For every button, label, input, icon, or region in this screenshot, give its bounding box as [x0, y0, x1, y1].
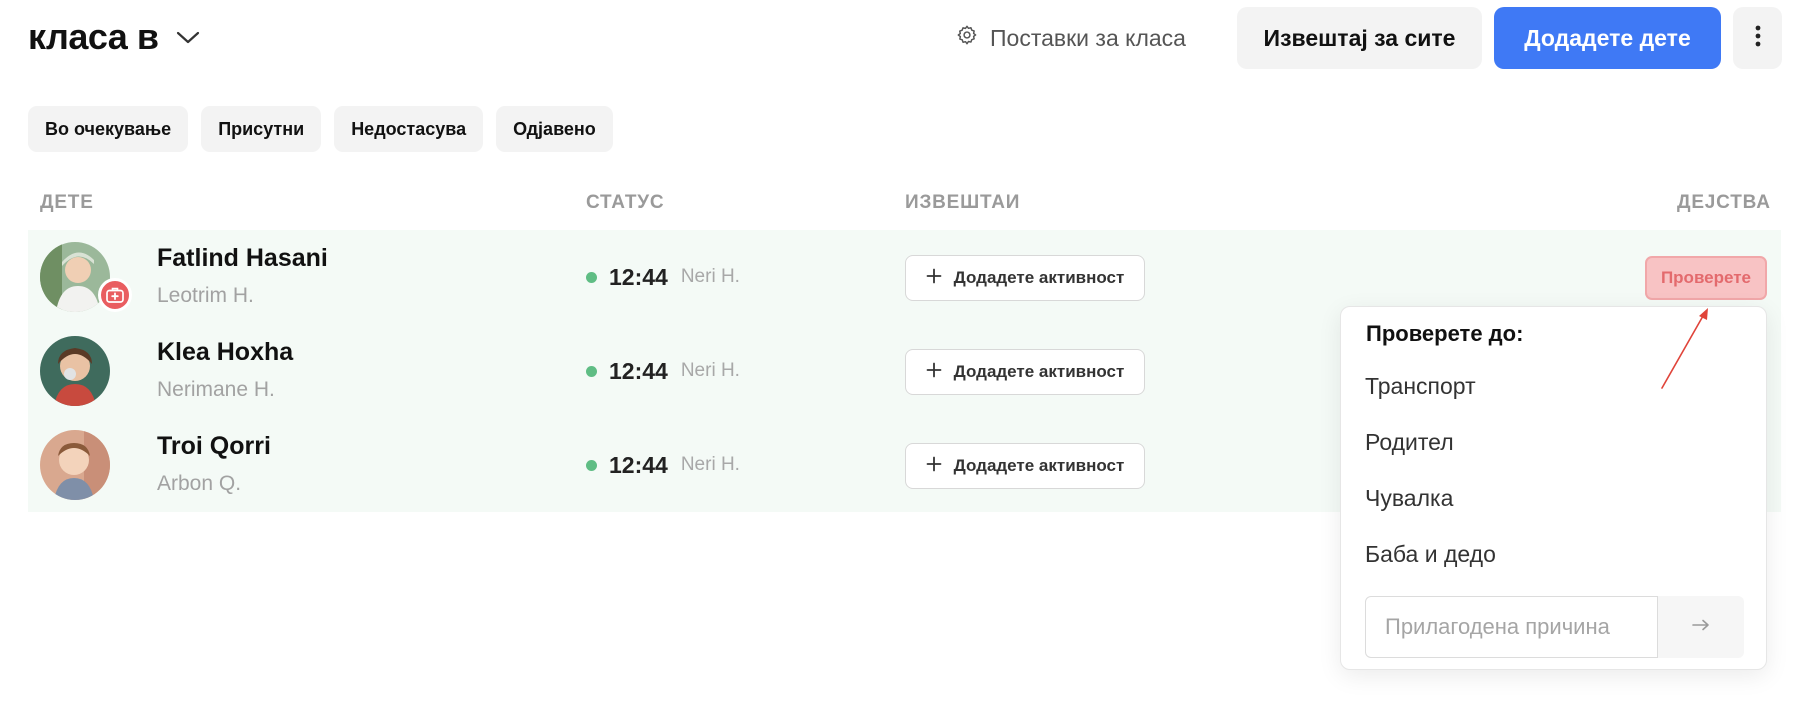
add-activity-label: Додадете активност: [953, 362, 1125, 381]
gear-icon: [956, 24, 978, 52]
plus-icon: [926, 268, 942, 289]
add-activity-button[interactable]: Додадете активност: [905, 349, 1145, 395]
checkout-button[interactable]: Проверете: [1645, 256, 1767, 300]
avatar: [40, 336, 110, 406]
status-cell: 12:44 Neri H.: [586, 356, 740, 386]
add-activity-label: Додадете активност: [953, 268, 1125, 287]
checkout-option-transport[interactable]: Транспорт: [1365, 373, 1476, 400]
column-header-child: ДЕТЕ: [40, 192, 94, 213]
checkout-option-grandparents[interactable]: Баба и дедо: [1365, 541, 1496, 568]
custom-reason-input[interactable]: [1365, 596, 1658, 658]
submit-reason-button[interactable]: [1658, 596, 1744, 658]
status-by: Neri H.: [680, 266, 740, 287]
column-header-actions: ДЕЈСТВА: [1677, 192, 1771, 213]
status-time: 12:44: [609, 263, 668, 290]
filter-missing[interactable]: Недостасува: [334, 106, 484, 152]
class-title: класа в: [28, 16, 159, 57]
plus-icon: [926, 362, 942, 383]
add-activity-button[interactable]: Додадете активност: [905, 443, 1145, 489]
avatar: [40, 430, 110, 500]
parent-name: Arbon Q.: [157, 472, 242, 495]
child-name[interactable]: Fatlind Hasani: [157, 244, 328, 273]
page-header: класа в Поставки за класа Извештај за си…: [0, 0, 1800, 76]
child-name[interactable]: Klea Hoxha: [157, 338, 293, 367]
status-time: 12:44: [609, 357, 668, 384]
checkout-option-parent[interactable]: Родител: [1365, 429, 1454, 456]
class-settings-button[interactable]: Поставки за класа: [956, 22, 1186, 54]
status-cell: 12:44 Neri H.: [586, 450, 740, 480]
filter-expected[interactable]: Во очекување: [28, 106, 189, 152]
status-time: 12:44: [609, 451, 668, 478]
filter-present[interactable]: Присутни: [201, 106, 322, 152]
vertical-dots-icon: [1755, 24, 1761, 53]
parent-name: Leotrim H.: [157, 284, 254, 307]
medical-kit-icon: [98, 278, 132, 312]
column-header-reports: ИЗВЕШТАИ: [905, 192, 1021, 213]
filter-checked-out[interactable]: Одјавено: [496, 106, 613, 152]
checkout-option-babysitter[interactable]: Чувалка: [1365, 485, 1453, 512]
status-filters: Во очекување Присутни Недостасува Одјаве…: [28, 106, 613, 152]
annotation-arrow-icon: [1661, 308, 1708, 389]
add-activity-label: Додадете активност: [953, 456, 1125, 475]
status-by: Neri H.: [680, 360, 740, 381]
chevron-down-icon[interactable]: [174, 26, 202, 50]
status-dot: [586, 271, 597, 283]
parent-name: Nerimane H.: [157, 378, 275, 401]
status-cell: 12:44 Neri H.: [586, 262, 740, 292]
child-name[interactable]: Troi Qorri: [157, 432, 271, 461]
plus-icon: [926, 456, 942, 477]
status-dot: [586, 459, 597, 471]
checkout-menu-title: Проверете до:: [1366, 321, 1524, 346]
column-header-status: СТАТУС: [586, 192, 665, 213]
more-options-button[interactable]: [1733, 7, 1782, 69]
report-all-button[interactable]: Извештај за сите: [1237, 7, 1482, 69]
add-child-button[interactable]: Додадете дете: [1494, 7, 1721, 69]
class-settings-label: Поставки за класа: [990, 24, 1186, 51]
arrow-right-icon: [1692, 618, 1710, 636]
status-by: Neri H.: [680, 454, 740, 475]
add-activity-button[interactable]: Додадете активност: [905, 255, 1145, 301]
status-dot: [586, 365, 597, 377]
